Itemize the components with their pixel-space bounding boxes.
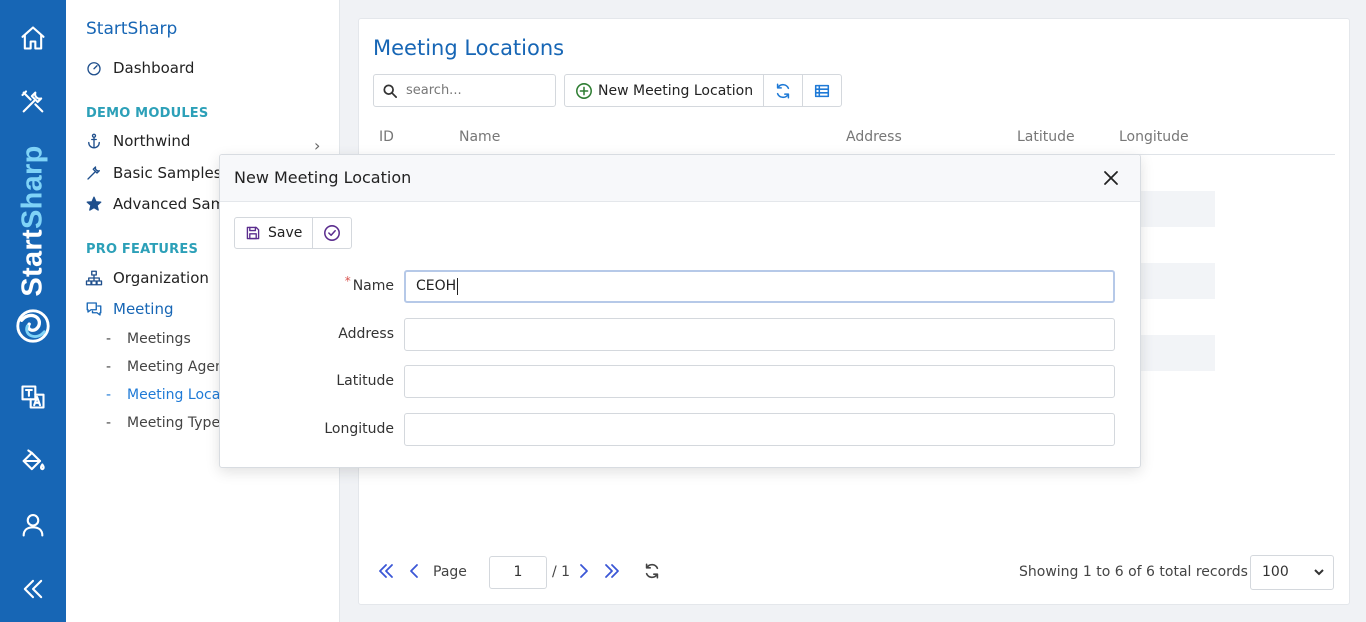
name-label: * Name xyxy=(344,274,394,294)
collapse-icon[interactable] xyxy=(17,573,49,605)
required-marker: * xyxy=(344,274,351,288)
brand-logo-icon xyxy=(16,309,50,343)
page-total: / 1 xyxy=(552,564,571,580)
search-input[interactable] xyxy=(406,83,546,98)
sidebar-subitem-meetings[interactable]: - Meetings xyxy=(106,331,191,347)
longitude-field[interactable] xyxy=(404,413,1115,446)
form-row-latitude: Latitude xyxy=(220,365,1140,399)
add-circle-icon xyxy=(576,82,592,99)
sidebar-subitem-meeting-types[interactable]: - Meeting Types xyxy=(106,415,227,431)
anchor-icon xyxy=(84,132,104,150)
pager-refresh-icon[interactable] xyxy=(643,562,661,580)
save-icon xyxy=(246,226,260,240)
form-row-address: Address xyxy=(220,318,1140,352)
sidebar-item-label: Dashboard xyxy=(113,59,195,77)
address-label: Address xyxy=(338,326,394,342)
grid-header: ID Name Address Latitude Longitude xyxy=(373,123,1335,155)
paint-bucket-icon[interactable] xyxy=(17,445,49,477)
column-header-address[interactable]: Address xyxy=(846,129,902,145)
column-header-longitude[interactable]: Longitude xyxy=(1119,129,1189,145)
tools-icon xyxy=(84,164,104,182)
form-row-name: * Name CEOH xyxy=(220,270,1140,304)
tools-icon[interactable] xyxy=(17,86,49,118)
search-icon xyxy=(383,83,397,98)
brand-wordmark: StartSharp xyxy=(16,145,49,297)
page-title: Meeting Locations xyxy=(373,36,565,60)
form-row-longitude: Longitude xyxy=(220,413,1140,447)
latitude-field[interactable] xyxy=(404,365,1115,398)
page-number-input[interactable]: 1 xyxy=(489,556,547,589)
chevron-right-icon[interactable]: › xyxy=(314,136,320,155)
records-status: Showing 1 to 6 of 6 total records xyxy=(1019,564,1248,580)
dialog-toolbar: Save xyxy=(234,217,353,249)
sidebar-item-northwind[interactable]: Northwind xyxy=(84,132,190,150)
sidebar-item-label: Northwind xyxy=(113,132,191,150)
apply-changes-button[interactable] xyxy=(313,218,351,248)
grid-toolbar: New Meeting Location xyxy=(564,74,843,107)
column-header-id[interactable]: ID xyxy=(379,129,394,145)
sidebar-item-label: Organization xyxy=(113,269,209,287)
translate-icon[interactable] xyxy=(17,381,49,413)
org-chart-icon xyxy=(84,269,104,287)
sidebar-item-dashboard[interactable]: Dashboard xyxy=(84,59,194,77)
refresh-icon xyxy=(776,82,790,99)
page-size-select[interactable]: 100 xyxy=(1250,555,1334,590)
sidebar-item-label: Basic Samples xyxy=(113,164,222,182)
page-label: Page xyxy=(433,564,467,580)
sidebar-title[interactable]: StartSharp xyxy=(86,19,177,39)
sidebar-item-basic-samples[interactable]: Basic Samples xyxy=(84,164,222,182)
text-caret xyxy=(457,277,459,295)
home-icon[interactable] xyxy=(17,22,49,54)
dialog-title: New Meeting Location xyxy=(234,168,412,187)
save-button[interactable]: Save xyxy=(235,218,314,248)
longitude-label: Longitude xyxy=(324,421,394,437)
sidebar-item-meeting[interactable]: Meeting xyxy=(84,300,173,318)
first-page-icon[interactable] xyxy=(377,562,395,580)
close-icon[interactable] xyxy=(1102,169,1120,187)
name-field[interactable]: CEOH xyxy=(404,270,1115,303)
chat-icon xyxy=(84,300,104,318)
column-picker-button[interactable] xyxy=(803,75,841,106)
new-meeting-location-button[interactable]: New Meeting Location xyxy=(565,75,765,106)
next-page-icon[interactable] xyxy=(575,562,593,580)
pager: Page 1 / 1 Showing 1 to 6 of 6 total rec… xyxy=(377,555,1337,590)
new-meeting-location-dialog: New Meeting Location Save * Name CEOH Add… xyxy=(219,154,1141,468)
latitude-label: Latitude xyxy=(336,373,394,389)
table-icon xyxy=(815,84,830,97)
section-demo-modules: DEMO MODULES xyxy=(86,106,209,121)
star-icon xyxy=(84,195,104,213)
refresh-button[interactable] xyxy=(764,75,804,106)
sidebar-item-organization[interactable]: Organization xyxy=(84,269,209,287)
chevron-down-icon xyxy=(1313,566,1325,578)
address-field[interactable] xyxy=(404,318,1115,351)
check-circle-icon xyxy=(324,225,341,241)
search-box[interactable] xyxy=(373,74,556,107)
user-icon[interactable] xyxy=(17,509,49,541)
sidebar-item-label: Meeting xyxy=(113,300,174,318)
column-header-latitude[interactable]: Latitude xyxy=(1017,129,1075,145)
dialog-header: New Meeting Location xyxy=(220,155,1140,202)
gauge-icon xyxy=(84,59,104,77)
previous-page-icon[interactable] xyxy=(405,562,423,580)
last-page-icon[interactable] xyxy=(603,562,621,580)
column-header-name[interactable]: Name xyxy=(459,129,500,145)
section-pro-features: PRO FEATURES xyxy=(86,242,199,257)
icon-rail: StartSharp xyxy=(0,0,66,622)
